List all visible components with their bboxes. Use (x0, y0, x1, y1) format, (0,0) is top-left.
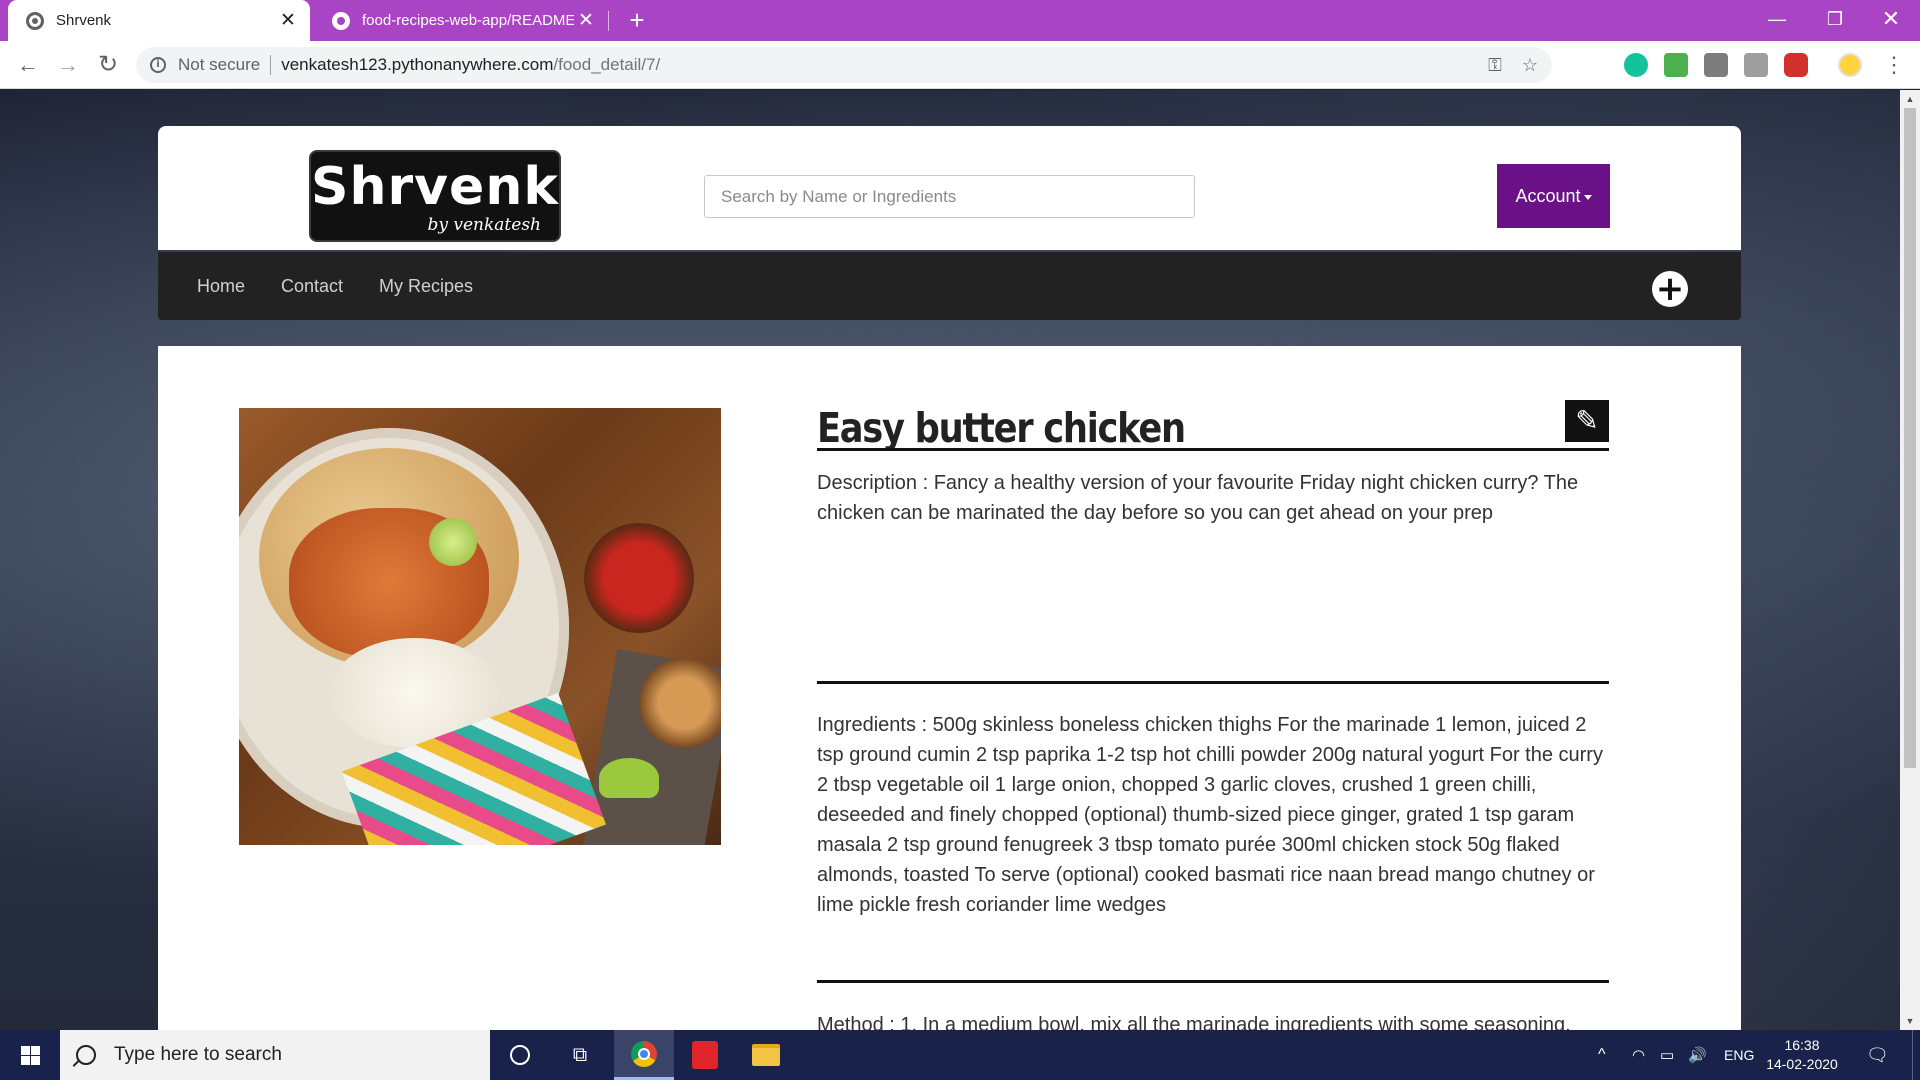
new-tab-button[interactable]: + (622, 4, 652, 36)
tab-close-icon[interactable]: ✕ (276, 9, 300, 32)
divider (817, 980, 1609, 983)
chrome-icon (631, 1040, 657, 1067)
omnibox-actions: ⚿ ☆ (1488, 47, 1538, 83)
edit-pencil-icon[interactable]: ✎ (1565, 400, 1609, 442)
grammarly-extension-icon[interactable] (1624, 53, 1648, 77)
tab-github-readme[interactable]: food-recipes-web-app/README. ✕ (314, 0, 608, 41)
security-label: Not secure (178, 55, 261, 74)
input-language[interactable]: ENG (1724, 1030, 1754, 1080)
scroll-down-arrow-icon[interactable]: ▼ (1900, 1012, 1920, 1030)
windows-taskbar: Type here to search ⧉ ^ ◠ ▭ 🔊 ENG 16:38 … (0, 1030, 1920, 1080)
url-path: /food_detail/7/ (553, 55, 661, 74)
divider (817, 681, 1609, 684)
adblock-extension-icon[interactable] (1784, 53, 1808, 77)
forward-arrow-icon[interactable]: → (52, 49, 84, 81)
recipe-description: Description : Fancy a healthy version of… (817, 472, 1579, 524)
recipe-detail: Easy butter chicken ✎ Description : Fanc… (158, 346, 1741, 1030)
minimize-button[interactable]: — (1748, 0, 1806, 41)
show-desktop-button[interactable] (1912, 1030, 1920, 1080)
browser-toolbar: ← → ↻ i Not secure venkatesh123.pythonan… (0, 41, 1920, 89)
url-host: venkatesh123.pythonanywhere.com (281, 55, 554, 74)
battery-icon[interactable]: ▭ (1660, 1030, 1674, 1080)
back-arrow-icon[interactable]: ← (12, 49, 44, 81)
extension-icon[interactable] (1704, 53, 1728, 77)
info-icon[interactable]: i (150, 57, 166, 73)
divider (817, 448, 1609, 451)
account-dropdown-button[interactable]: Account (1497, 164, 1610, 228)
clock-date: 14-02-2020 (1766, 1056, 1838, 1072)
network-icon[interactable]: ◠ (1632, 1030, 1645, 1080)
nav-my-recipes-link[interactable]: My Recipes (379, 252, 473, 320)
show-hidden-icons-chevron-icon[interactable]: ^ (1598, 1030, 1606, 1080)
globe-icon (26, 11, 44, 30)
profile-avatar[interactable] (1838, 53, 1862, 77)
add-recipe-plus-icon[interactable]: + (1652, 271, 1688, 307)
maximize-button[interactable]: ❐ (1806, 0, 1864, 41)
nav-home-link[interactable]: Home (197, 252, 245, 320)
clock-time: 16:38 (1784, 1037, 1820, 1053)
reload-icon[interactable]: ↻ (92, 49, 124, 81)
taskbar-chrome[interactable] (614, 1030, 674, 1080)
address-bar[interactable]: i Not secure venkatesh123.pythonanywhere… (136, 47, 1552, 83)
folder-icon (752, 1044, 780, 1066)
account-label: Account (1515, 185, 1581, 206)
taskbar-file-explorer[interactable] (736, 1030, 796, 1080)
taskbar-search-box[interactable]: Type here to search (60, 1030, 490, 1080)
site-logo[interactable]: Shrvenk by venkatesh (309, 150, 561, 242)
recipe-ingredients: Ingredients : 500g skinless boneless chi… (817, 714, 1603, 916)
taskbar-acrobat[interactable] (675, 1030, 735, 1080)
taskbar-clock[interactable]: 16:38 14-02-2020 (1760, 1030, 1844, 1080)
github-icon (332, 11, 350, 30)
nav-contact-link[interactable]: Contact (281, 252, 343, 320)
start-button[interactable] (0, 1030, 60, 1080)
browser-tab-bar: Shrvenk ✕ food-recipes-web-app/README. ✕… (0, 0, 1920, 41)
cortana-button[interactable] (490, 1030, 550, 1080)
task-view-icon: ⧉ (572, 1043, 588, 1066)
close-window-button[interactable]: ✕ (1862, 0, 1920, 41)
windows-logo-icon (21, 1046, 40, 1065)
tab-title: food-recipes-web-app/README. (362, 12, 574, 29)
recipe-photo (239, 408, 721, 845)
key-icon[interactable]: ⚿ (1488, 55, 1502, 76)
scrollbar-thumb[interactable] (1904, 108, 1916, 768)
extension-icon[interactable] (1664, 53, 1688, 77)
page-scrollbar[interactable]: ▲ ▼ (1900, 90, 1920, 1030)
recipe-method: Method : 1. In a medium bowl, mix all th… (817, 1014, 1571, 1030)
logo-text: Shrvenk (311, 157, 559, 217)
page-viewport: Shrvenk by venkatesh Account Home Contac… (0, 90, 1900, 1030)
site-header: Shrvenk by venkatesh Account (158, 126, 1741, 250)
tab-close-icon[interactable]: ✕ (574, 9, 598, 32)
logo-subtitle: by venkatesh (427, 215, 541, 235)
extension-icon[interactable] (1744, 53, 1768, 77)
browser-menu-icon[interactable]: ⋮ (1882, 49, 1906, 81)
recipe-search-input[interactable] (704, 175, 1195, 218)
taskbar-search-placeholder: Type here to search (114, 1044, 282, 1065)
tab-title: Shrvenk (56, 12, 112, 29)
acrobat-icon (692, 1041, 718, 1069)
url-separator (270, 55, 272, 75)
task-view-button[interactable]: ⧉ (550, 1030, 610, 1080)
volume-icon[interactable]: 🔊 (1688, 1030, 1707, 1080)
caret-down-icon (1583, 194, 1592, 200)
recipe-title: Easy butter chicken (817, 404, 1186, 452)
tab-shrvenk[interactable]: Shrvenk ✕ (8, 0, 310, 41)
search-icon (76, 1045, 96, 1065)
site-navbar: Home Contact My Recipes + (158, 252, 1741, 320)
scroll-up-arrow-icon[interactable]: ▲ (1900, 90, 1920, 108)
bookmark-star-icon[interactable]: ☆ (1522, 55, 1538, 76)
tab-separator (608, 11, 609, 31)
cortana-circle-icon (510, 1045, 530, 1065)
notification-center-icon[interactable]: 🗨 (1866, 1030, 1896, 1080)
